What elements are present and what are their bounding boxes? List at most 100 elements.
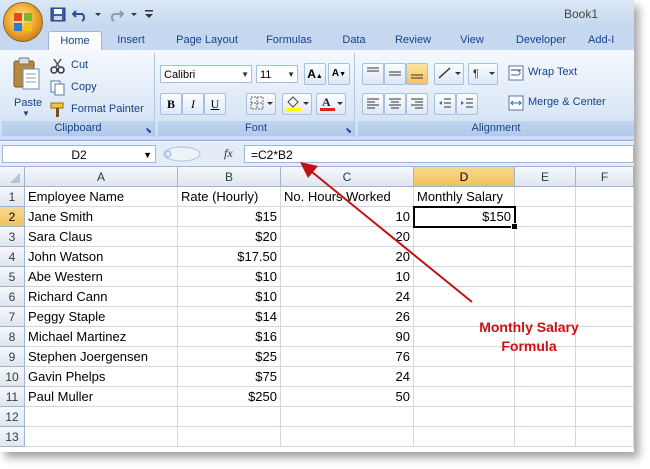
rate-cell[interactable]: $15	[178, 207, 281, 227]
tab-developer[interactable]: Developer	[506, 31, 576, 50]
cell[interactable]	[178, 427, 281, 447]
cell[interactable]	[178, 407, 281, 427]
hours-cell[interactable]: 20	[281, 227, 414, 247]
cell[interactable]	[281, 427, 414, 447]
rate-cell[interactable]: $10	[178, 287, 281, 307]
font-color-button[interactable]: A	[316, 93, 346, 115]
row-header[interactable]: 2	[0, 207, 25, 227]
grow-font-button[interactable]: A▲	[304, 63, 326, 85]
cut-button[interactable]: Cut	[50, 57, 150, 75]
customize-toolbar-icon[interactable]	[144, 7, 154, 22]
undo-icon[interactable]	[71, 7, 88, 22]
row-header[interactable]: 9	[0, 347, 25, 367]
cell[interactable]	[576, 427, 634, 447]
cell[interactable]	[515, 427, 576, 447]
salary-cell[interactable]	[414, 267, 515, 287]
column-header-f[interactable]: F	[576, 167, 634, 187]
cell[interactable]	[515, 227, 576, 247]
cell[interactable]	[515, 287, 576, 307]
shrink-font-button[interactable]: A▼	[328, 63, 350, 85]
bold-button[interactable]: B	[160, 93, 182, 115]
row-header[interactable]: 8	[0, 327, 25, 347]
salary-cell[interactable]	[414, 287, 515, 307]
hours-cell[interactable]: 50	[281, 387, 414, 407]
header-cell[interactable]: Monthly Salary	[414, 187, 515, 207]
salary-cell[interactable]	[414, 247, 515, 267]
merge-center-button[interactable]: Merge & Center	[508, 93, 632, 113]
borders-button[interactable]	[246, 93, 276, 115]
row-header[interactable]: 4	[0, 247, 25, 267]
font-name-select[interactable]: Calibri ▼	[160, 65, 252, 83]
decrease-indent-button[interactable]	[434, 93, 456, 115]
cell[interactable]	[576, 247, 634, 267]
name-box[interactable]: D2 ▼	[2, 145, 156, 163]
copy-button[interactable]: Copy	[50, 79, 150, 97]
cell[interactable]	[515, 267, 576, 287]
row-header[interactable]: 13	[0, 427, 25, 447]
cell[interactable]	[281, 407, 414, 427]
cell[interactable]	[576, 207, 634, 227]
select-all-corner[interactable]	[0, 167, 25, 187]
tab-add-ins[interactable]: Add-I	[588, 31, 634, 50]
cell[interactable]	[576, 407, 634, 427]
cell[interactable]	[414, 427, 515, 447]
paste-button[interactable]: Paste ▼	[8, 57, 44, 121]
column-header-b[interactable]: B	[178, 167, 281, 187]
cell[interactable]	[515, 387, 576, 407]
salary-cell[interactable]	[414, 227, 515, 247]
align-center-button[interactable]	[384, 93, 406, 115]
redo-icon[interactable]	[108, 7, 125, 22]
cell[interactable]	[576, 267, 634, 287]
cell[interactable]	[576, 187, 634, 207]
column-header-c[interactable]: C	[281, 167, 414, 187]
increase-indent-button[interactable]	[456, 93, 478, 115]
hours-cell[interactable]: 24	[281, 287, 414, 307]
hours-cell[interactable]: 90	[281, 327, 414, 347]
hours-cell[interactable]: 10	[281, 267, 414, 287]
rate-cell[interactable]: $17.50	[178, 247, 281, 267]
row-header[interactable]: 11	[0, 387, 25, 407]
hours-cell[interactable]: 76	[281, 347, 414, 367]
row-header[interactable]: 7	[0, 307, 25, 327]
wrap-text-button[interactable]: Wrap Text	[508, 63, 608, 83]
cell[interactable]	[515, 367, 576, 387]
formula-input[interactable]: =C2*B2	[244, 145, 634, 163]
dialog-launcher-icon[interactable]: ⬊	[345, 126, 352, 135]
rate-cell[interactable]: $16	[178, 327, 281, 347]
fill-handle[interactable]	[511, 223, 518, 230]
hours-cell[interactable]: 24	[281, 367, 414, 387]
tab-formulas[interactable]: Formulas	[258, 31, 320, 50]
employee-name-cell[interactable]: Michael Martinez	[25, 327, 178, 347]
italic-button[interactable]: I	[182, 93, 204, 115]
tab-insert[interactable]: Insert	[108, 31, 154, 50]
row-header[interactable]: 5	[0, 267, 25, 287]
rate-cell[interactable]: $75	[178, 367, 281, 387]
fill-color-button[interactable]	[282, 93, 312, 115]
employee-name-cell[interactable]: Gavin Phelps	[25, 367, 178, 387]
align-top-button[interactable]	[362, 63, 384, 85]
align-right-button[interactable]	[406, 93, 428, 115]
rate-cell[interactable]: $20	[178, 227, 281, 247]
tab-page-layout[interactable]: Page Layout	[166, 31, 248, 50]
salary-cell[interactable]	[414, 367, 515, 387]
row-header[interactable]: 1	[0, 187, 25, 207]
employee-name-cell[interactable]: Jane Smith	[25, 207, 178, 227]
font-size-select[interactable]: 11 ▼	[256, 65, 298, 83]
rate-cell[interactable]: $25	[178, 347, 281, 367]
cell[interactable]	[576, 367, 634, 387]
cell[interactable]	[576, 287, 634, 307]
employee-name-cell[interactable]: Peggy Staple	[25, 307, 178, 327]
insert-function-icon[interactable]: fx	[224, 146, 233, 161]
employee-name-cell[interactable]: Richard Cann	[25, 287, 178, 307]
column-header-d[interactable]: D	[414, 167, 515, 187]
chevron-down-icon[interactable]	[130, 7, 138, 22]
tab-data[interactable]: Data	[334, 31, 374, 50]
salary-cell[interactable]	[414, 387, 515, 407]
employee-name-cell[interactable]: John Watson	[25, 247, 178, 267]
row-header[interactable]: 12	[0, 407, 25, 427]
employee-name-cell[interactable]: Abe Western	[25, 267, 178, 287]
cell[interactable]	[576, 387, 634, 407]
orientation-button[interactable]	[434, 63, 464, 85]
cell[interactable]	[25, 407, 178, 427]
column-header-e[interactable]: E	[515, 167, 576, 187]
